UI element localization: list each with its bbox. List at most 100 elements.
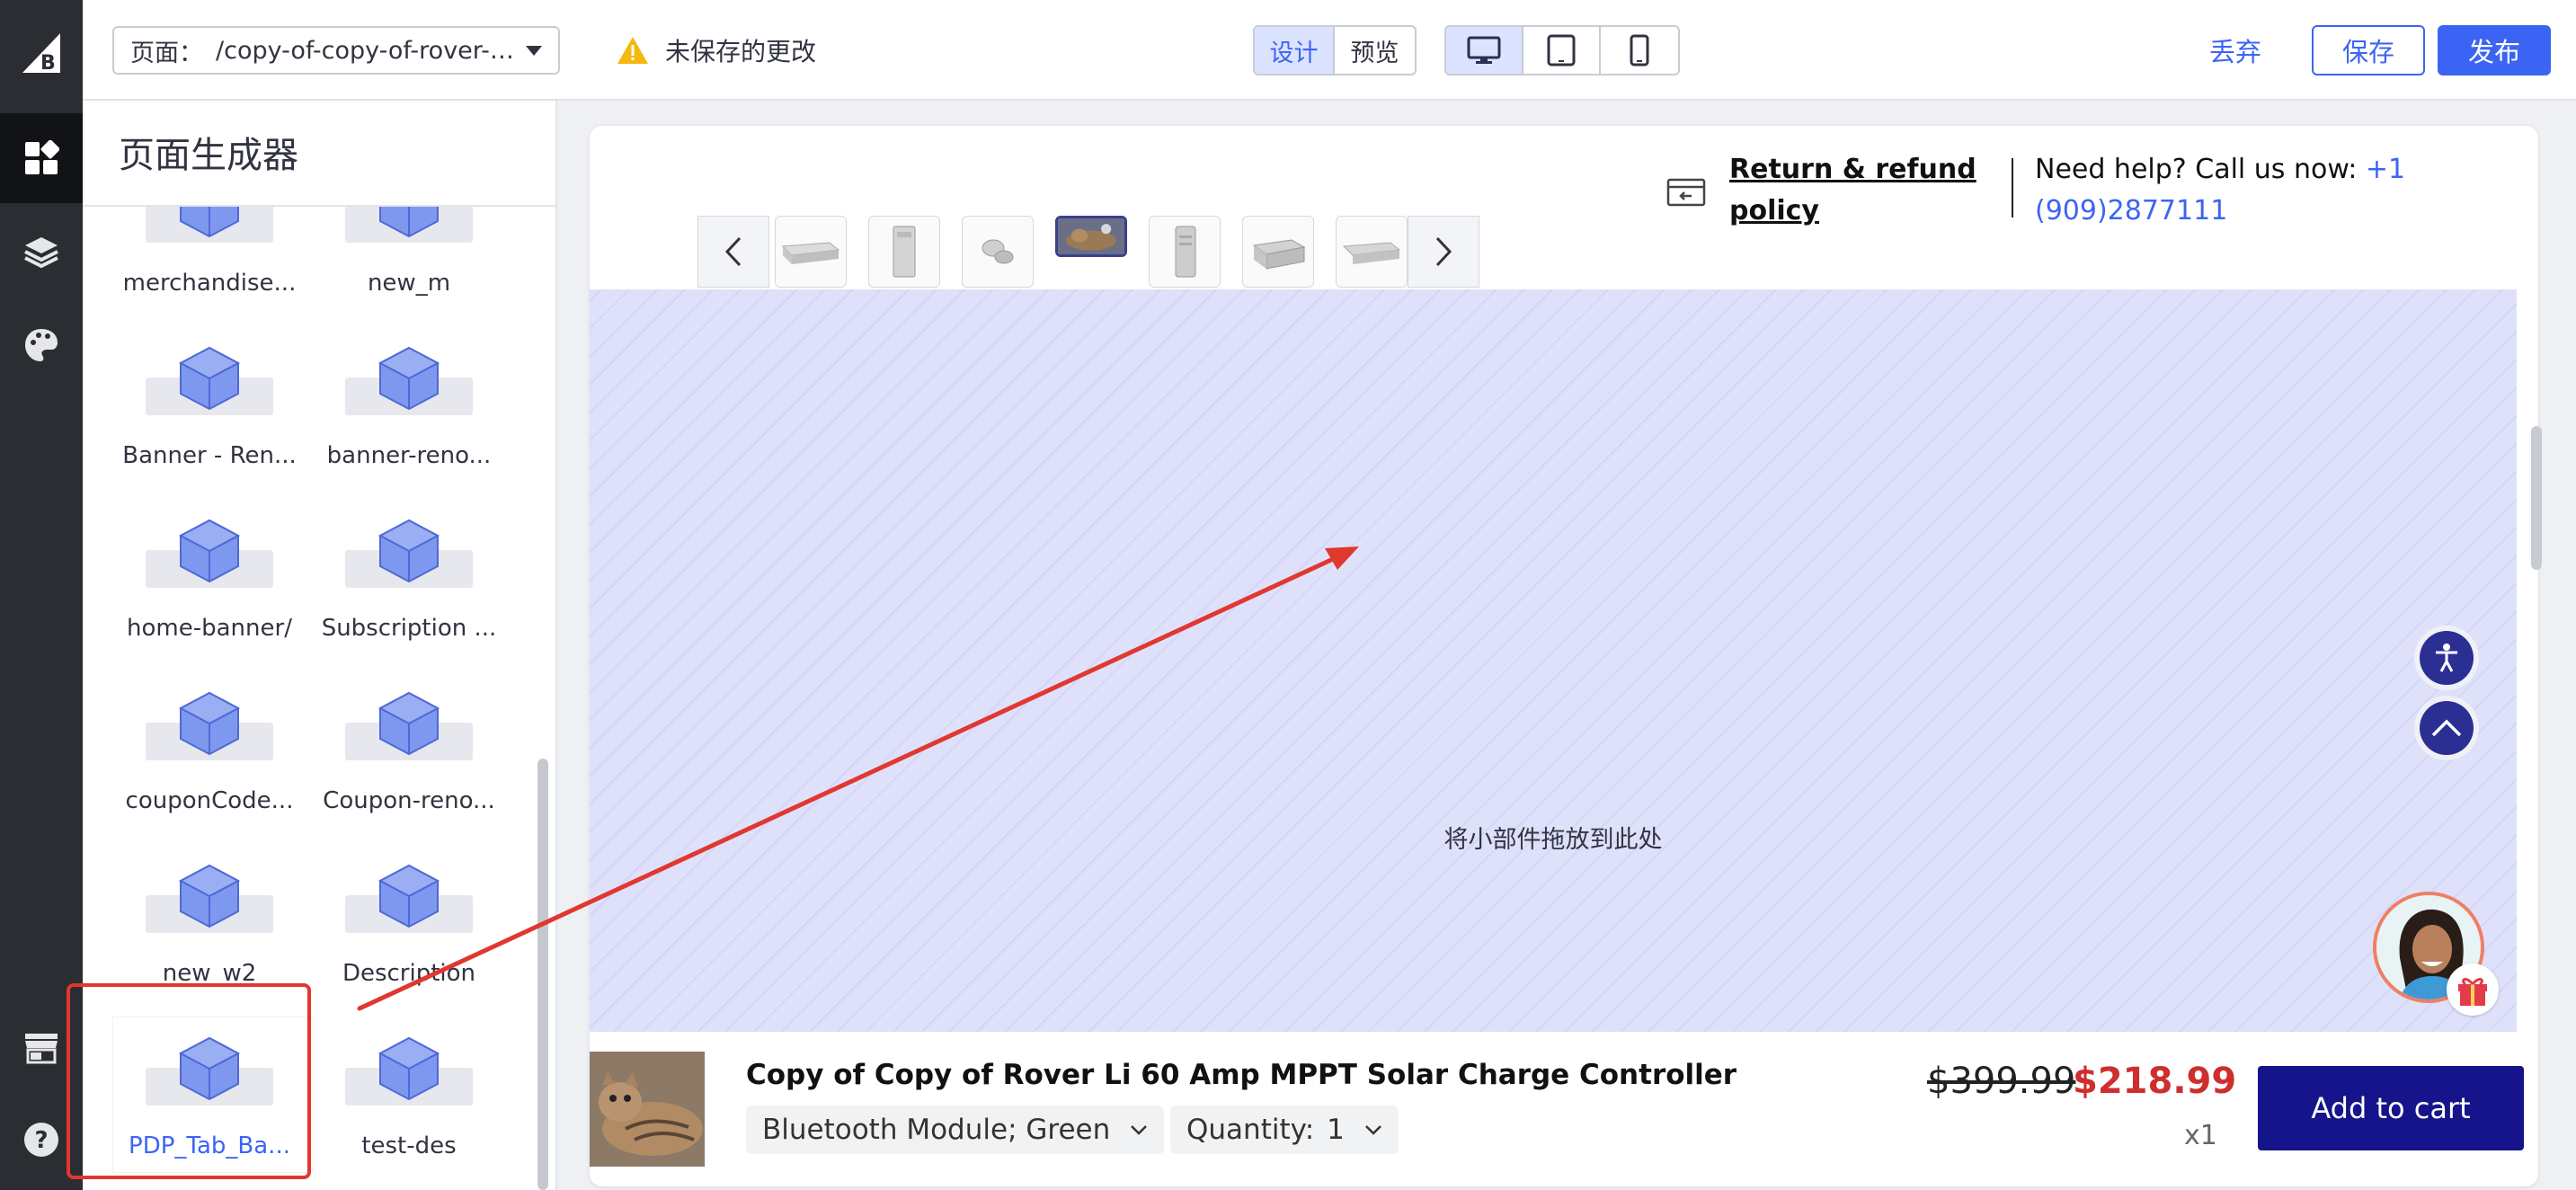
widget-tile[interactable]: Banner - Ren...	[113, 327, 313, 482]
page-selector-value: /copy-of-copy-of-rover-li-...	[216, 36, 515, 65]
widget-cube-icon	[146, 345, 273, 421]
widget-tile[interactable]: Subscription ...	[313, 500, 512, 654]
product-thumbnail-active[interactable]	[1055, 216, 1127, 257]
widget-cube-icon	[146, 863, 273, 938]
widget-tile-label: banner-reno...	[326, 442, 492, 469]
widget-cube-icon	[345, 863, 473, 938]
divider	[2012, 158, 2013, 218]
widget-tile-label: Subscription ...	[321, 615, 497, 642]
storefront-preview: Return & refund policy Need help? Call u…	[590, 126, 2538, 1186]
variant-select[interactable]: Bluetooth Module; Green	[746, 1106, 1165, 1154]
return-box-icon	[1666, 178, 1706, 207]
svg-text:B: B	[40, 52, 56, 75]
svg-text:?: ?	[34, 1127, 48, 1154]
tablet-icon	[1547, 34, 1576, 67]
widget-tile-label: Description	[342, 960, 476, 987]
widget-tile[interactable]: home-banner/	[113, 500, 313, 654]
widget-tile[interactable]: new_m	[313, 207, 512, 309]
canvas-area: Return & refund policy Need help? Call u…	[557, 101, 2576, 1190]
product-title: Copy of Copy of Rover Li 60 Amp MPPT Sol…	[746, 1059, 1737, 1091]
quantity-value: 1	[1327, 1114, 1345, 1146]
widget-cube-icon	[146, 207, 273, 248]
widget-tile[interactable]: banner-reno...	[313, 327, 512, 482]
product-thumbnail[interactable]	[1149, 216, 1221, 288]
sticky-add-to-cart-bar: Copy of Copy of Rover Li 60 Amp MPPT Sol…	[590, 1032, 2538, 1186]
add-to-cart-button[interactable]: Add to cart	[2258, 1066, 2524, 1150]
page-selector[interactable]: 页面： /copy-of-copy-of-rover-li-...	[112, 26, 560, 75]
panel-scrollbar-thumb[interactable]	[537, 759, 548, 1190]
chevron-left-icon	[724, 236, 742, 267]
tab-preview[interactable]: 预览	[1335, 27, 1415, 74]
widget-tile[interactable]: couponCode...	[113, 672, 313, 827]
desktop-view-button[interactable]	[1446, 27, 1523, 74]
widgets-icon[interactable]	[0, 113, 83, 203]
product-thumbnail[interactable]	[962, 216, 1034, 288]
accessibility-button[interactable]	[2420, 631, 2474, 685]
chevron-up-icon	[2431, 719, 2462, 737]
preview-scrollbar-thumb[interactable]	[2531, 426, 2542, 570]
layers-icon[interactable]	[0, 207, 83, 297]
palette-icon[interactable]	[0, 300, 83, 390]
page-selector-label: 页面：	[130, 39, 203, 67]
widget-cube-icon	[345, 345, 473, 421]
widget-tile[interactable]: new_w2	[113, 845, 313, 999]
scroll-to-top-button[interactable]	[2420, 701, 2474, 755]
widget-tile-label: home-banner/	[127, 615, 292, 642]
sale-price: $218.99	[2073, 1061, 2237, 1102]
publish-button[interactable]: 发布	[2438, 25, 2551, 75]
widget-cube-icon	[345, 690, 473, 766]
product-thumbnail[interactable]	[775, 216, 847, 288]
widget-cube-icon	[345, 207, 473, 248]
widget-tile[interactable]: test-des	[313, 1017, 512, 1172]
chevron-down-icon	[1365, 1125, 1381, 1135]
widget-tile-label: Banner - Ren...	[122, 442, 297, 469]
accessibility-icon	[2436, 644, 2457, 672]
widget-tile[interactable]: merchandise...	[113, 207, 313, 309]
bigcommerce-logo[interactable]: B	[0, 0, 83, 106]
unsaved-changes-notice: 未保存的更改	[617, 31, 816, 70]
desktop-icon	[1467, 36, 1501, 64]
thumb-prev-button[interactable]	[697, 216, 769, 288]
mode-toggle: 设计 预览	[1253, 25, 1417, 75]
annotation-highlight-box	[67, 983, 311, 1179]
discard-button[interactable]: 丢弃	[2209, 27, 2261, 74]
help-text: Need help? Call us now:	[2035, 154, 2366, 185]
product-thumbnail[interactable]	[868, 216, 940, 288]
widget-tile-label: Coupon-reno...	[323, 787, 495, 814]
widget-cube-icon	[345, 518, 473, 593]
mobile-icon	[1630, 34, 1649, 67]
chevron-right-icon	[1435, 236, 1452, 267]
product-thumbnail[interactable]	[1336, 216, 1408, 288]
quantity-label: Quantity:	[1186, 1114, 1315, 1146]
tablet-view-button[interactable]	[1523, 27, 1601, 74]
product-thumbnail[interactable]	[1242, 216, 1314, 288]
widget-tile-label: merchandise...	[122, 270, 297, 297]
save-button[interactable]: 保存	[2312, 25, 2425, 75]
widget-tile[interactable]: Coupon-reno...	[313, 672, 512, 827]
widget-tile-label: couponCode...	[125, 787, 294, 814]
help-contact: Need help? Call us now: +1 (909)2877111	[2035, 149, 2430, 232]
chevron-down-icon	[1131, 1125, 1148, 1135]
widget-cube-icon	[146, 690, 273, 766]
widget-tile-label: test-des	[361, 1132, 457, 1159]
quantity-select[interactable]: Quantity: 1	[1170, 1106, 1399, 1154]
quantity-multiplier: x1	[2184, 1120, 2217, 1151]
mobile-view-button[interactable]	[1601, 27, 1678, 74]
chevron-down-icon	[526, 45, 542, 56]
widget-cube-icon	[345, 1035, 473, 1111]
top-bar: 页面： /copy-of-copy-of-rover-li-... 未保存的更改…	[83, 0, 2576, 101]
original-price: $399.99	[1927, 1061, 2076, 1102]
tab-design[interactable]: 设计	[1255, 27, 1336, 74]
return-refund-text: Return & refund policy	[1729, 154, 1976, 226]
widget-tile[interactable]: Description	[313, 845, 512, 999]
device-toggle	[1444, 25, 1680, 75]
thumb-next-button[interactable]	[1408, 216, 1479, 288]
gift-icon[interactable]	[2447, 964, 2499, 1016]
return-refund-link[interactable]: Return & refund policy	[1665, 149, 1990, 232]
unsaved-changes-text: 未保存的更改	[665, 37, 817, 67]
widget-tile-label: new_m	[367, 270, 451, 297]
panel-title: 页面生成器	[119, 135, 298, 176]
widget-dropzone[interactable]: 将小部件拖放到此处	[590, 289, 2517, 1032]
dropzone-label: 将小部件拖放到此处	[1443, 826, 1663, 854]
widget-cube-icon	[146, 518, 273, 593]
